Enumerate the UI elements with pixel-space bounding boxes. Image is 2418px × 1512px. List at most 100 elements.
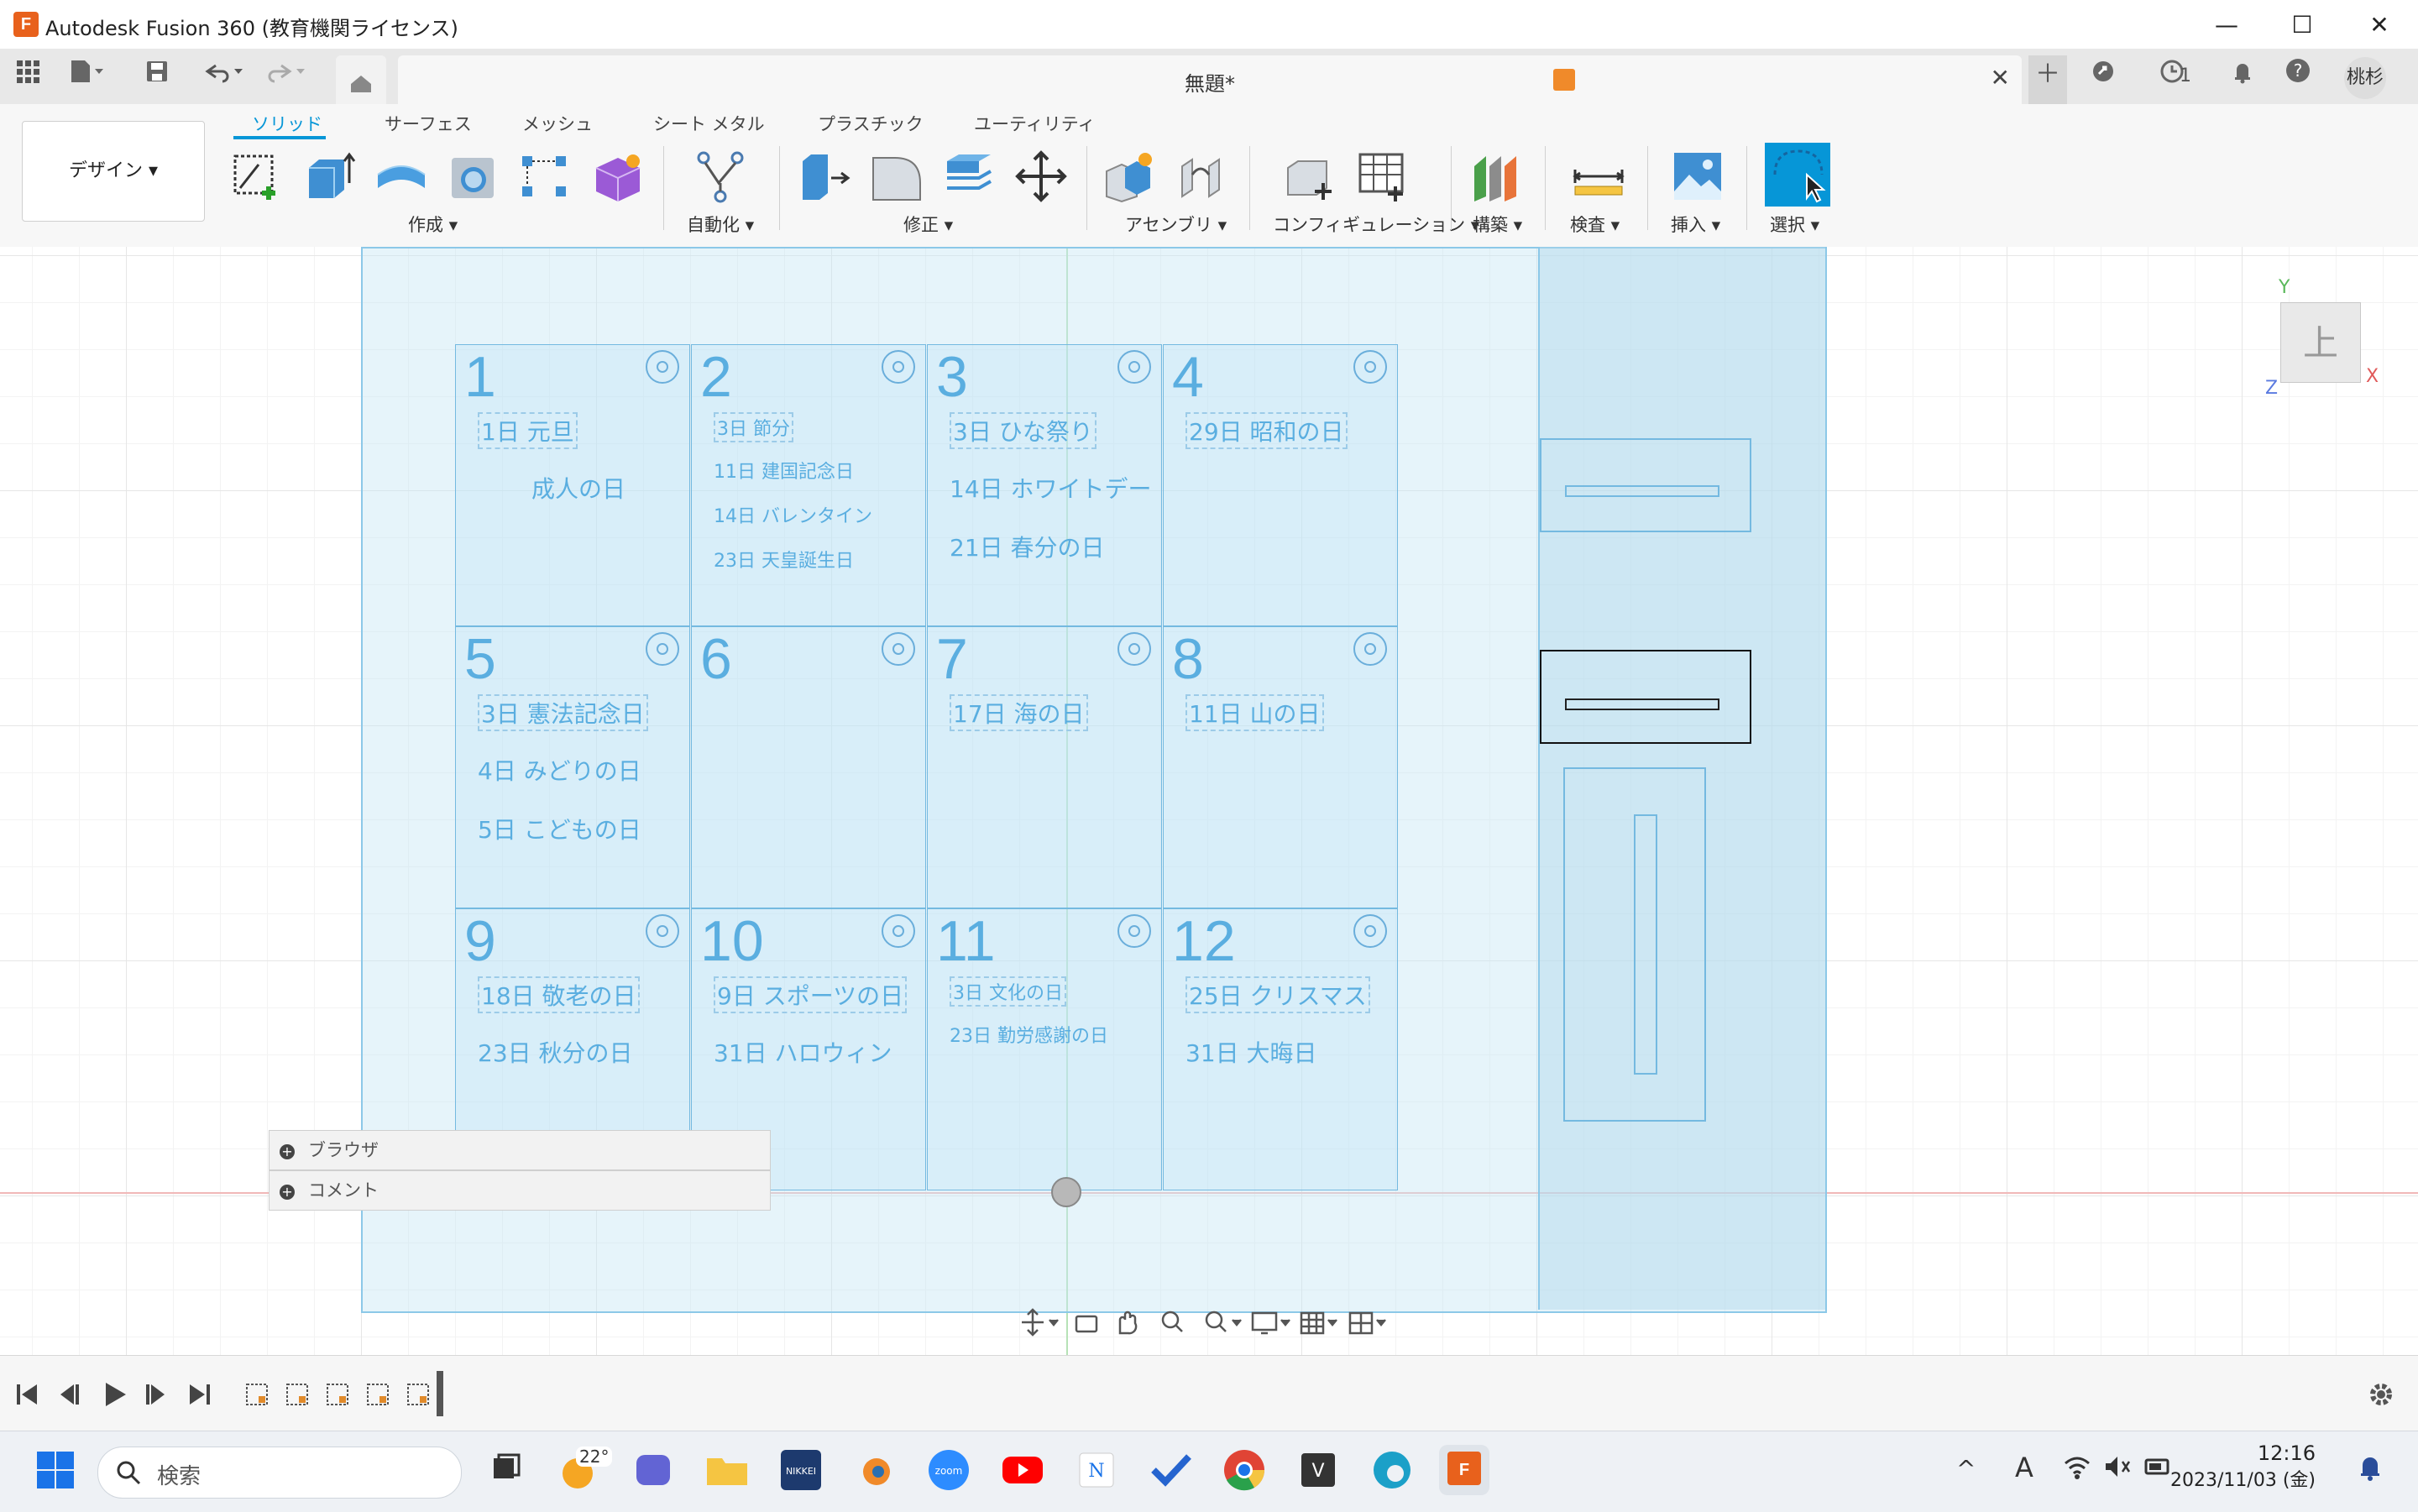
group-configuration-label[interactable]: コンフィギュレーション ▾	[1273, 212, 1479, 237]
holiday-text[interactable]: 1日 元旦	[478, 412, 578, 449]
user-avatar[interactable]: 桃杉	[2344, 57, 2386, 99]
holiday-text[interactable]: 4日 みどりの日	[478, 753, 641, 787]
holiday-text[interactable]: 5日 こどもの日	[478, 812, 641, 845]
press-pull-icon[interactable]	[798, 149, 851, 203]
hanging-hole-icon[interactable]	[1353, 632, 1387, 666]
browser-panel[interactable]: + ブラウザ	[269, 1130, 771, 1170]
holiday-text[interactable]: 23日 勤労感謝の日	[950, 1021, 1108, 1048]
vertical-slot[interactable]	[1563, 767, 1706, 1122]
hanging-hole-icon[interactable]	[646, 914, 679, 948]
month-cell[interactable]: 2 3日 節分 11日 建国記念日 14日 バレンタイン 23日 天皇誕生日	[691, 344, 926, 626]
home-tab[interactable]	[336, 55, 386, 104]
timeline-marker[interactable]	[437, 1371, 443, 1416]
hanging-hole-icon[interactable]	[1117, 350, 1151, 384]
minimize-button[interactable]: —	[2201, 7, 2252, 44]
select-tool-icon[interactable]	[1765, 143, 1830, 207]
save-icon[interactable]	[138, 57, 176, 96]
origin-point-icon[interactable]	[1051, 1177, 1081, 1207]
holiday-text[interactable]: 25日 クリスマス	[1185, 976, 1370, 1013]
tab-surface[interactable]: サーフェス	[385, 111, 472, 136]
notifications-bell-icon[interactable]	[2223, 57, 2262, 96]
tab-sheet-metal[interactable]: シート メタル	[653, 111, 765, 136]
show-hidden-icons-chevron-icon[interactable]: ^	[1956, 1455, 1976, 1483]
holiday-text[interactable]: 14日 バレンタイン	[714, 501, 872, 528]
hanging-hole-icon[interactable]	[882, 632, 915, 666]
file-explorer-icon[interactable]	[702, 1445, 752, 1495]
fusion360-taskbar-icon[interactable]: F	[1439, 1445, 1489, 1495]
hanging-hole-icon[interactable]	[882, 914, 915, 948]
month-cell[interactable]: 7 17日 海の日	[927, 626, 1162, 908]
holiday-text[interactable]: 29日 昭和の日	[1185, 412, 1348, 449]
hanging-hole-icon[interactable]	[1353, 914, 1387, 948]
measure-icon[interactable]	[1572, 149, 1625, 203]
workspace-switcher-button[interactable]: デザイン ▾	[22, 121, 205, 222]
maximize-button[interactable]: ☐	[2277, 7, 2327, 44]
expand-plus-icon[interactable]: +	[280, 1185, 295, 1200]
new-component-icon[interactable]	[1103, 149, 1157, 203]
month-cell[interactable]: 12 25日 クリスマス 31日 大晦日	[1163, 908, 1398, 1190]
vectorworks-app-icon[interactable]: V	[1293, 1445, 1343, 1495]
weather-widget-icon[interactable]: 22°	[552, 1445, 613, 1495]
month-cell[interactable]: 11 3日 文化の日 23日 勤労感謝の日	[927, 908, 1162, 1190]
group-inspect-label[interactable]: 検査 ▾	[1570, 212, 1620, 237]
group-construct-label[interactable]: 構築 ▾	[1473, 212, 1522, 237]
holiday-text[interactable]: 3日 節分	[714, 412, 793, 442]
extrude-icon[interactable]	[302, 149, 356, 203]
viewcube[interactable]: 上	[2280, 302, 2361, 383]
hanging-hole-icon[interactable]	[1117, 632, 1151, 666]
notion-like-app-icon[interactable]: N	[1071, 1445, 1122, 1495]
group-create-label[interactable]: 作成 ▾	[408, 212, 458, 237]
side-panel-body[interactable]	[1538, 247, 1825, 1310]
holiday-text[interactable]: 23日 天皇誕生日	[714, 546, 854, 573]
create-form-icon[interactable]	[591, 149, 645, 203]
holiday-text[interactable]: 11日 山の日	[1185, 694, 1324, 731]
tab-close-icon[interactable]: ✕	[1991, 64, 2010, 92]
hanging-hole-icon[interactable]	[1353, 350, 1387, 384]
comment-panel[interactable]: + コメント	[269, 1170, 771, 1211]
construct-plane-icon[interactable]	[1469, 149, 1523, 203]
new-tab-plus-icon[interactable]: ＋	[2028, 55, 2067, 104]
joint-icon[interactable]	[1175, 149, 1229, 203]
edge-icon[interactable]	[1367, 1445, 1417, 1495]
help-icon[interactable]: ?	[2279, 57, 2317, 96]
shell-icon[interactable]	[942, 149, 996, 203]
task-view-icon[interactable]	[480, 1445, 531, 1495]
expand-plus-icon[interactable]: +	[280, 1144, 295, 1159]
group-automate-label[interactable]: 自動化 ▾	[687, 212, 754, 237]
redo-icon[interactable]	[260, 57, 311, 96]
fillet-icon[interactable]	[870, 149, 924, 203]
holiday-text[interactable]: 3日 文化の日	[950, 976, 1066, 1007]
chrome-icon[interactable]	[1219, 1445, 1269, 1495]
group-insert-label[interactable]: 挿入 ▾	[1671, 212, 1720, 237]
teams-icon[interactable]	[628, 1445, 678, 1495]
holiday-text[interactable]: 31日 大晦日	[1185, 1035, 1317, 1069]
taskbar-search-input[interactable]: 検索	[97, 1447, 462, 1499]
holiday-text[interactable]: 3日 憲法記念日	[478, 694, 648, 731]
slot-top[interactable]	[1540, 438, 1751, 532]
timeline-sketches[interactable]	[245, 1381, 438, 1411]
design-canvas[interactable]: 1 1日 元旦 成人の日 2 3日 節分 11日 建国記念日 14日 バレンタイン 23日 天…	[0, 247, 2418, 1355]
system-clock[interactable]: 12:16 2023/11/03 (金)	[2170, 1441, 2316, 1492]
holiday-text[interactable]: 9日 スポーツの日	[714, 976, 908, 1013]
document-tab[interactable]: 無題* ✕	[398, 55, 2022, 104]
timeline-settings-gear-icon[interactable]	[2366, 1379, 2396, 1410]
notification-center-bell-icon[interactable]	[2356, 1453, 2384, 1485]
month-cell[interactable]: 6	[691, 626, 926, 908]
holiday-text[interactable]: 11日 建国記念日	[714, 457, 854, 484]
extensions-icon[interactable]	[2084, 57, 2122, 96]
job-status-icon[interactable]: 1	[2143, 57, 2201, 96]
wifi-icon[interactable]	[2062, 1453, 2092, 1483]
hole-icon[interactable]	[447, 149, 500, 203]
pattern-icon[interactable]	[519, 149, 573, 203]
blender-icon[interactable]	[850, 1445, 900, 1495]
configure-model-icon[interactable]	[1285, 149, 1338, 203]
automate-icon[interactable]	[693, 149, 747, 203]
holiday-text[interactable]: 17日 海の日	[950, 694, 1088, 731]
tab-utility[interactable]: ユーティリティ	[974, 111, 1095, 136]
configuration-table-icon[interactable]	[1357, 149, 1410, 203]
holiday-text[interactable]: 23日 秋分の日	[478, 1035, 633, 1069]
holiday-text[interactable]: 21日 春分の日	[950, 530, 1105, 563]
month-cell[interactable]: 5 3日 憲法記念日 4日 みどりの日 5日 こどもの日	[455, 626, 690, 908]
group-select-label[interactable]: 選択 ▾	[1770, 212, 1819, 237]
holiday-text[interactable]: 成人の日	[531, 471, 625, 505]
